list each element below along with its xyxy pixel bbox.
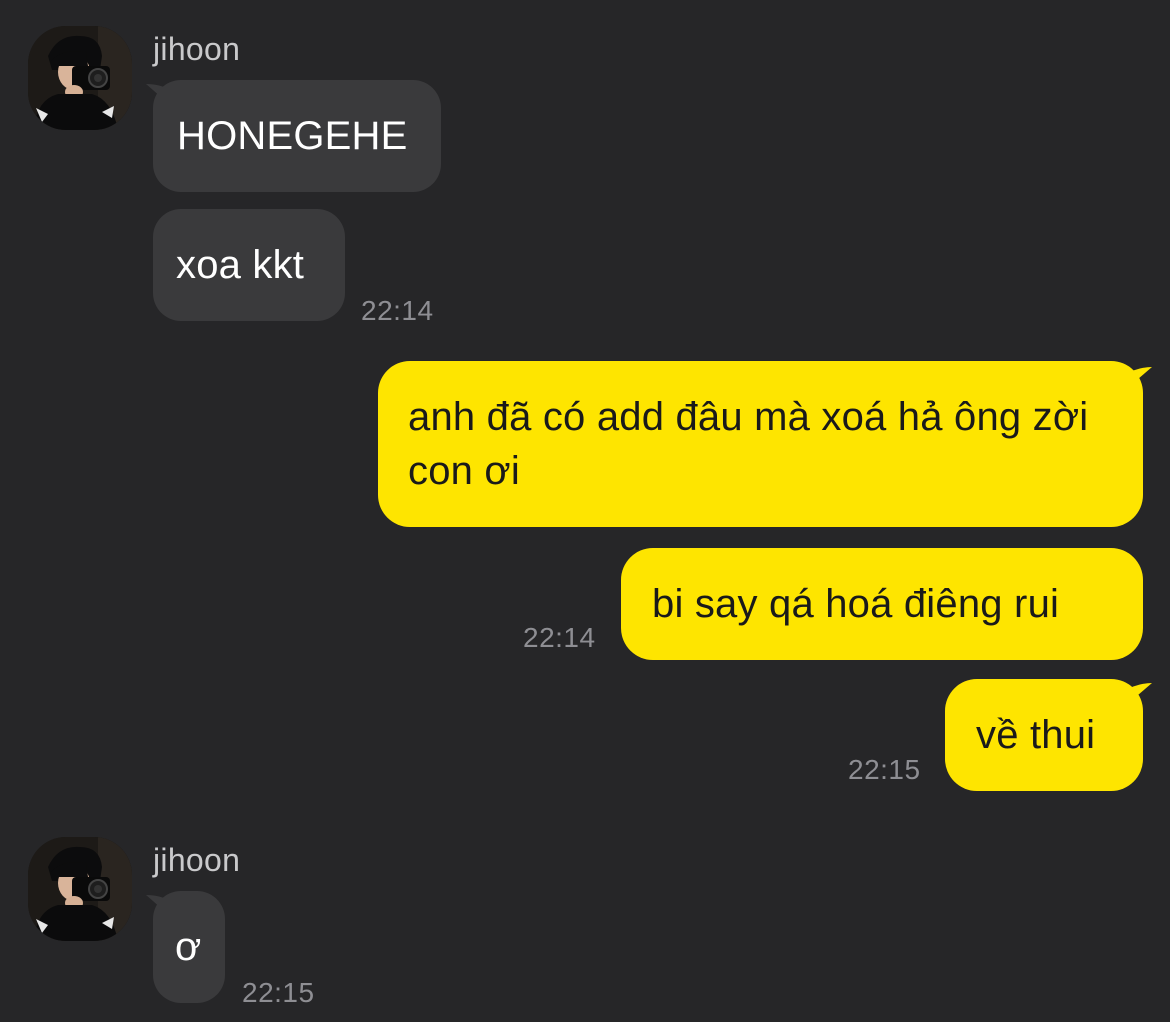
sender-name: jihoon	[153, 31, 241, 67]
message-bubble[interactable]: anh đã có add đâu mà xoá hả ông zời con …	[378, 361, 1143, 527]
message-text: về thui	[976, 713, 1096, 757]
message-timestamp: 22:14	[523, 622, 596, 653]
avatar[interactable]	[28, 26, 132, 130]
message-text: HONEGEHE	[177, 114, 408, 158]
message-text: xoa kkt	[176, 243, 305, 287]
message-bubble[interactable]: về thui	[945, 679, 1143, 791]
message-bubble[interactable]: bi say qá hoá điêng rui	[621, 548, 1143, 660]
message-bubble[interactable]: xoa kkt	[153, 209, 345, 321]
profile-photo-camera-icon	[28, 26, 132, 130]
message-text: ơ	[175, 925, 202, 969]
profile-photo-camera-icon	[28, 837, 132, 941]
message-timestamp: 22:15	[848, 754, 921, 785]
message-text: bi say qá hoá điêng rui	[652, 582, 1060, 626]
sender-name: jihoon	[153, 842, 241, 878]
message-timestamp: 22:14	[361, 295, 434, 326]
message-text: anh đã có add đâu mà xoá hả ông zời con …	[408, 395, 1089, 493]
message-bubble[interactable]: ơ	[153, 891, 225, 1003]
avatar[interactable]	[28, 837, 132, 941]
message-bubble[interactable]: HONEGEHE	[153, 80, 441, 192]
message-timestamp: 22:15	[242, 977, 315, 1008]
